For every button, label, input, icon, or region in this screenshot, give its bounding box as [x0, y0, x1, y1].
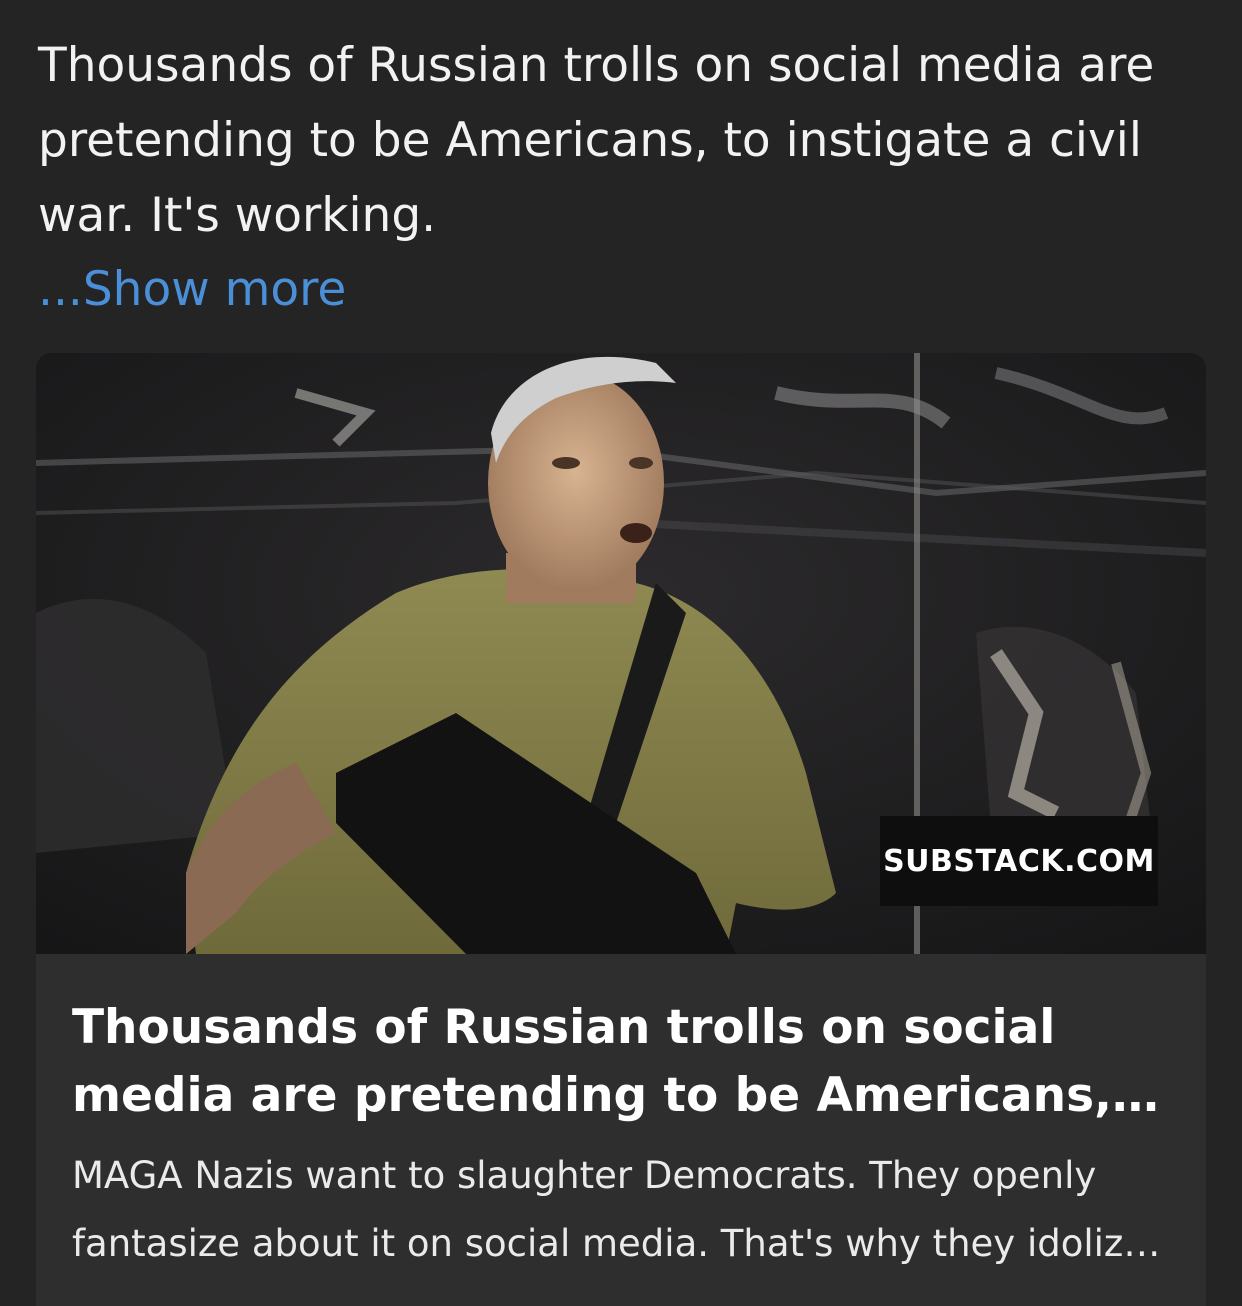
- link-preview-card[interactable]: SUBSTACK.COM Thousands of Russian trolls…: [36, 353, 1206, 1306]
- link-preview-image: SUBSTACK.COM: [36, 353, 1206, 954]
- post: Thousands of Russian trolls on social me…: [0, 0, 1242, 1306]
- link-preview-title[interactable]: Thousands of Russian trolls on social me…: [72, 994, 1170, 1130]
- link-preview-description: MAGA Nazis want to slaughter Democrats. …: [72, 1154, 1147, 1265]
- show-more-link[interactable]: ...Show more: [38, 252, 346, 327]
- domain-badge: SUBSTACK.COM: [880, 816, 1158, 906]
- link-preview-body: Thousands of Russian trolls on social me…: [36, 954, 1206, 1278]
- post-text: Thousands of Russian trolls on social me…: [38, 38, 1155, 243]
